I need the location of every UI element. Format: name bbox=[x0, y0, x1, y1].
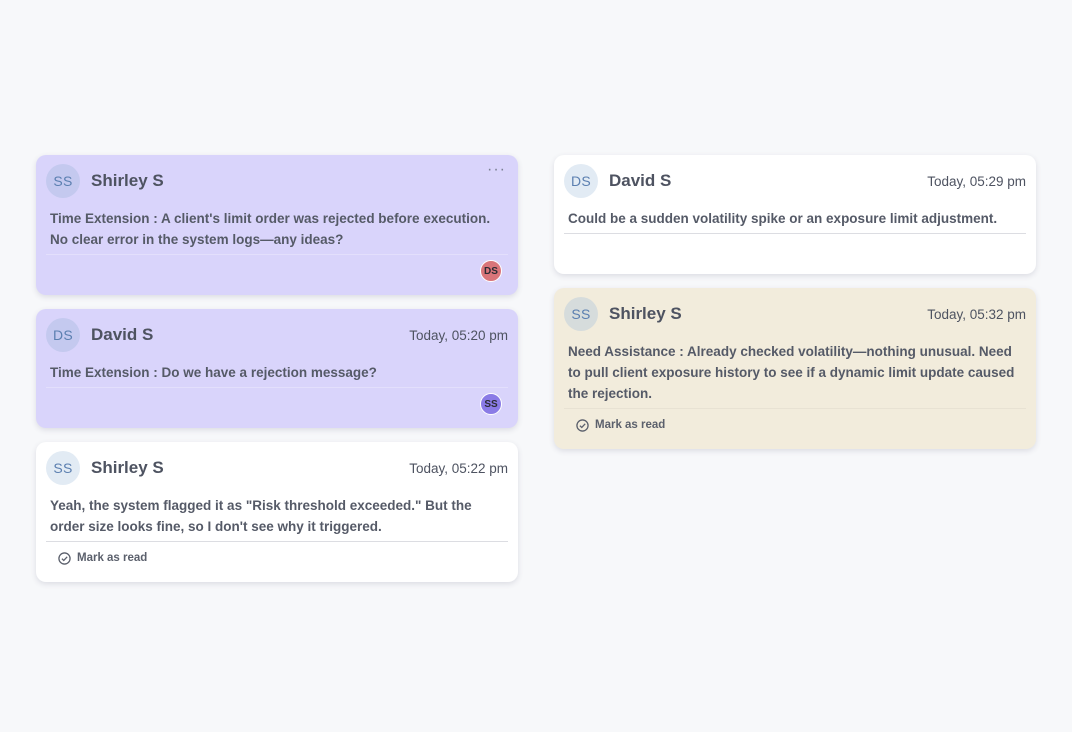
author-name: Shirley S bbox=[91, 458, 164, 477]
avatar: DS bbox=[564, 164, 598, 198]
avatar: SS bbox=[564, 297, 598, 331]
message-footer: Mark as read bbox=[564, 409, 1026, 441]
timestamp: Today, 05:29 pm bbox=[927, 173, 1026, 189]
avatar: DS bbox=[46, 318, 80, 352]
message-text: Time Extension : Do we have a rejection … bbox=[50, 365, 377, 380]
mark-as-read-label: Mark as read bbox=[595, 419, 666, 431]
message-card[interactable]: SS Shirley S Today, 05:22 pm Yeah, the s… bbox=[36, 442, 518, 582]
check-circle-icon bbox=[576, 418, 589, 432]
message-text: Yeah, the system flagged it as "Risk thr… bbox=[50, 498, 472, 534]
message-text: Need Assistance : Already checked volati… bbox=[568, 344, 1015, 401]
timestamp: Today, 05:32 pm bbox=[927, 306, 1026, 322]
message-footer: Mark as read bbox=[46, 542, 508, 574]
message-header: SS Shirley S Today, 05:32 pm bbox=[564, 297, 1026, 331]
avatar: SS bbox=[46, 451, 80, 485]
mark-as-read-button[interactable]: Mark as read bbox=[576, 418, 666, 432]
message-column-right: DS David S Today, 05:29 pm Could be a su… bbox=[554, 155, 1036, 463]
message-header: SS Shirley S Today, 05:22 pm bbox=[46, 451, 508, 485]
message-column-left: SS Shirley S ··· Time Extension : A clie… bbox=[36, 155, 518, 596]
message-card[interactable]: DS David S Today, 05:20 pm Time Extensio… bbox=[36, 309, 518, 428]
message-header: DS David S Today, 05:20 pm bbox=[46, 318, 508, 352]
author-name: David S bbox=[609, 171, 672, 190]
message-card[interactable]: DS David S Today, 05:29 pm Could be a su… bbox=[554, 155, 1036, 274]
author-name: David S bbox=[91, 325, 154, 344]
message-footer: SS bbox=[46, 388, 508, 420]
message-card[interactable]: SS Shirley S ··· Time Extension : A clie… bbox=[36, 155, 518, 295]
message-card[interactable]: SS Shirley S Today, 05:32 pm Need Assist… bbox=[554, 288, 1036, 449]
author-name: Shirley S bbox=[91, 171, 164, 190]
author-name: Shirley S bbox=[609, 304, 682, 323]
message-text: Time Extension : A client's limit order … bbox=[50, 211, 491, 247]
message-text: Could be a sudden volatility spike or an… bbox=[568, 211, 998, 226]
read-receipt-avatar: DS bbox=[480, 260, 502, 282]
timestamp: Today, 05:20 pm bbox=[409, 327, 508, 343]
message-header: DS David S Today, 05:29 pm bbox=[564, 164, 1026, 198]
timestamp: Today, 05:22 pm bbox=[409, 460, 508, 476]
message-footer: DS bbox=[46, 255, 508, 287]
message-footer bbox=[564, 234, 1026, 266]
check-circle-icon bbox=[58, 551, 71, 565]
more-options-icon[interactable]: ··· bbox=[487, 161, 506, 179]
message-header: SS Shirley S bbox=[46, 164, 508, 198]
avatar: SS bbox=[46, 164, 80, 198]
read-receipt-avatar: SS bbox=[480, 393, 502, 415]
mark-as-read-label: Mark as read bbox=[77, 552, 148, 564]
mark-as-read-button[interactable]: Mark as read bbox=[58, 551, 148, 565]
